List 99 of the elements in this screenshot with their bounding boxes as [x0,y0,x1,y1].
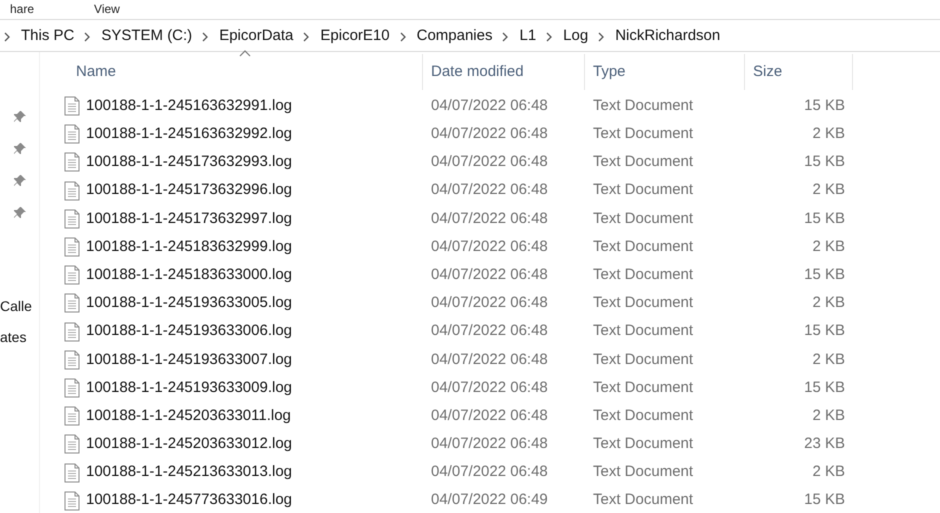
file-size: 15 KB [803,264,845,285]
file-size: 2 KB [811,406,845,426]
file-type: Text Document [592,293,694,314]
file-name[interactable]: 100188-1-1-245173632996.log [86,179,292,202]
breadcrumb-item[interactable]: Companies [416,25,492,48]
breadcrumb-item[interactable]: EpicorData [219,25,294,48]
file-name[interactable]: 100188-1-1-245183632999.log [86,236,292,258]
file-type: Text Document [592,406,694,426]
date-modified: 04/07/2022 06:48 [430,378,549,398]
date-modified: 04/07/2022 06:48 [430,350,549,370]
document-icon [64,180,80,201]
file-size: 15 KB [803,490,845,510]
date-modified: 04/07/2022 06:48 [430,152,549,172]
date-modified: 04/07/2022 06:48 [430,208,549,229]
file-size: 15 KB [803,208,845,229]
file-name[interactable]: 100188-1-1-245193633007.log [86,348,292,372]
ribbon-tab[interactable]: View [94,0,120,19]
file-size: 2 KB [811,350,845,370]
date-modified: 04/07/2022 06:48 [430,293,549,314]
nav-item[interactable]: Calle [0,296,39,317]
column-header[interactable]: Name [56,54,423,90]
document-icon [64,406,80,426]
document-icon [64,434,80,454]
document-icon [64,490,80,511]
breadcrumb-item[interactable]: L1 [519,25,536,48]
file-name[interactable]: 100188-1-1-245203633012.log [86,433,292,456]
file-name[interactable]: 100188-1-1-245183633000.log [86,264,292,286]
file-size: 2 KB [811,462,845,482]
file-name[interactable]: 100188-1-1-245173632997.log [86,208,292,230]
document-icon [64,96,80,116]
column-header[interactable]: Date modified [423,54,585,90]
date-modified: 04/07/2022 06:48 [430,124,549,144]
document-icon [64,237,80,258]
file-type: Text Document [592,434,694,454]
file-name[interactable]: 100188-1-1-245193633006.log [86,320,292,343]
file-name[interactable]: 100188-1-1-245193633009.log [86,376,292,400]
date-modified: 04/07/2022 06:48 [430,264,549,285]
file-type: Text Document [592,152,694,172]
file-name[interactable]: 100188-1-1-245163632992.log [86,123,292,146]
chevron-icon [598,32,606,42]
file-type: Text Document [592,264,694,285]
file-type: Text Document [592,378,694,398]
date-modified: 04/07/2022 06:48 [430,321,549,342]
document-icon [64,322,80,342]
chevron-icon [546,32,554,42]
breadcrumb-item[interactable]: This PC [21,25,74,48]
column-header[interactable]: Type [585,54,745,90]
date-modified: 04/07/2022 06:48 [430,236,549,257]
breadcrumb-item[interactable]: Log [563,25,588,48]
file-size: 2 KB [811,293,845,314]
document-icon [64,462,80,483]
chevron-icon [84,32,92,42]
file-name[interactable]: 100188-1-1-245773633016.log [86,489,292,512]
chevron-icon [4,32,11,42]
file-type: Text Document [592,321,694,342]
breadcrumb-item[interactable]: SYSTEM (C:) [101,25,192,48]
file-type: Text Document [592,96,694,116]
file-size: 15 KB [803,152,845,172]
date-modified: 04/07/2022 06:48 [430,434,549,454]
file-type: Text Document [592,490,694,510]
file-size: 15 KB [803,321,845,342]
file-size: 2 KB [811,180,845,200]
file-name[interactable]: 100188-1-1-245203633011.log [86,404,291,428]
date-modified: 04/07/2022 06:48 [430,462,549,482]
file-size: 23 KB [803,434,845,454]
document-icon [64,208,80,229]
column-header[interactable]: Size [745,54,853,90]
breadcrumb-item[interactable]: NickRichardson [615,25,720,48]
chevron-icon [400,32,407,42]
date-modified: 04/07/2022 06:48 [430,406,549,426]
file-name[interactable]: 100188-1-1-245173632993.log [86,151,292,174]
document-icon [64,152,80,172]
chevron-icon [202,32,210,42]
ribbon-tab[interactable]: hare [10,0,34,19]
file-type: Text Document [592,236,694,257]
file-size: 15 KB [803,378,845,398]
file-name[interactable]: 100188-1-1-245193633005.log [86,292,292,315]
file-type: Text Document [592,350,694,370]
file-type: Text Document [592,124,694,144]
file-name[interactable]: 100188-1-1-245163632991.log [86,94,292,118]
document-icon [64,293,80,314]
date-modified: 04/07/2022 06:48 [430,180,549,200]
file-type: Text Document [592,208,694,229]
breadcrumb-item[interactable]: EpicorE10 [320,25,390,48]
document-icon [64,378,80,398]
file-size: 2 KB [811,124,845,144]
file-size: 2 KB [811,236,845,257]
file-name[interactable]: 100188-1-1-245213633013.log [86,461,292,484]
chevron-icon [502,32,510,42]
file-size: 15 KB [803,96,845,116]
file-type: Text Document [592,462,694,482]
document-icon [64,350,80,370]
nav-item[interactable]: ates [0,327,39,348]
date-modified: 04/07/2022 06:48 [430,96,549,116]
file-type: Text Document [592,180,694,200]
chevron-icon [303,32,310,42]
date-modified: 04/07/2022 06:49 [430,490,549,510]
document-icon [64,124,80,144]
document-icon [64,265,80,286]
